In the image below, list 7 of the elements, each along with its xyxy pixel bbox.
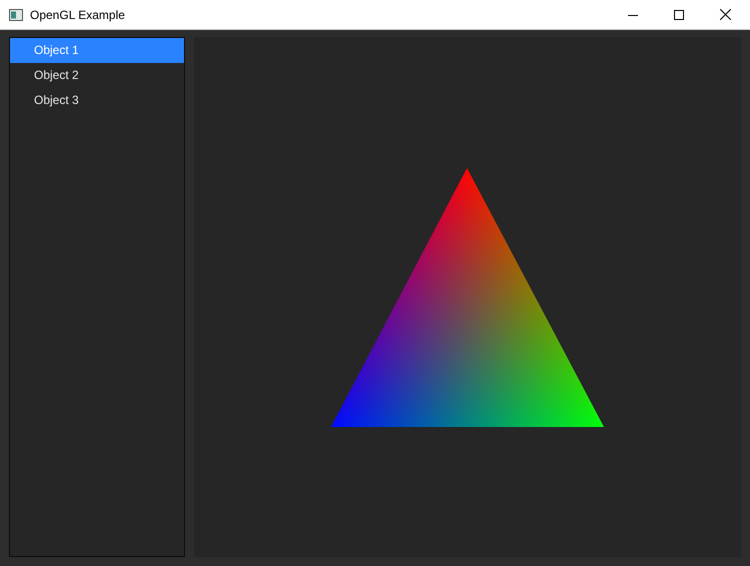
list-item[interactable]: Object 2: [10, 63, 184, 88]
app-icon: [9, 8, 23, 20]
list-item[interactable]: Object 1: [10, 38, 184, 63]
window-title: OpenGL Example: [30, 6, 126, 24]
maximize-icon: [674, 10, 684, 20]
list-item[interactable]: Object 3: [10, 88, 184, 113]
close-icon: [720, 9, 730, 20]
